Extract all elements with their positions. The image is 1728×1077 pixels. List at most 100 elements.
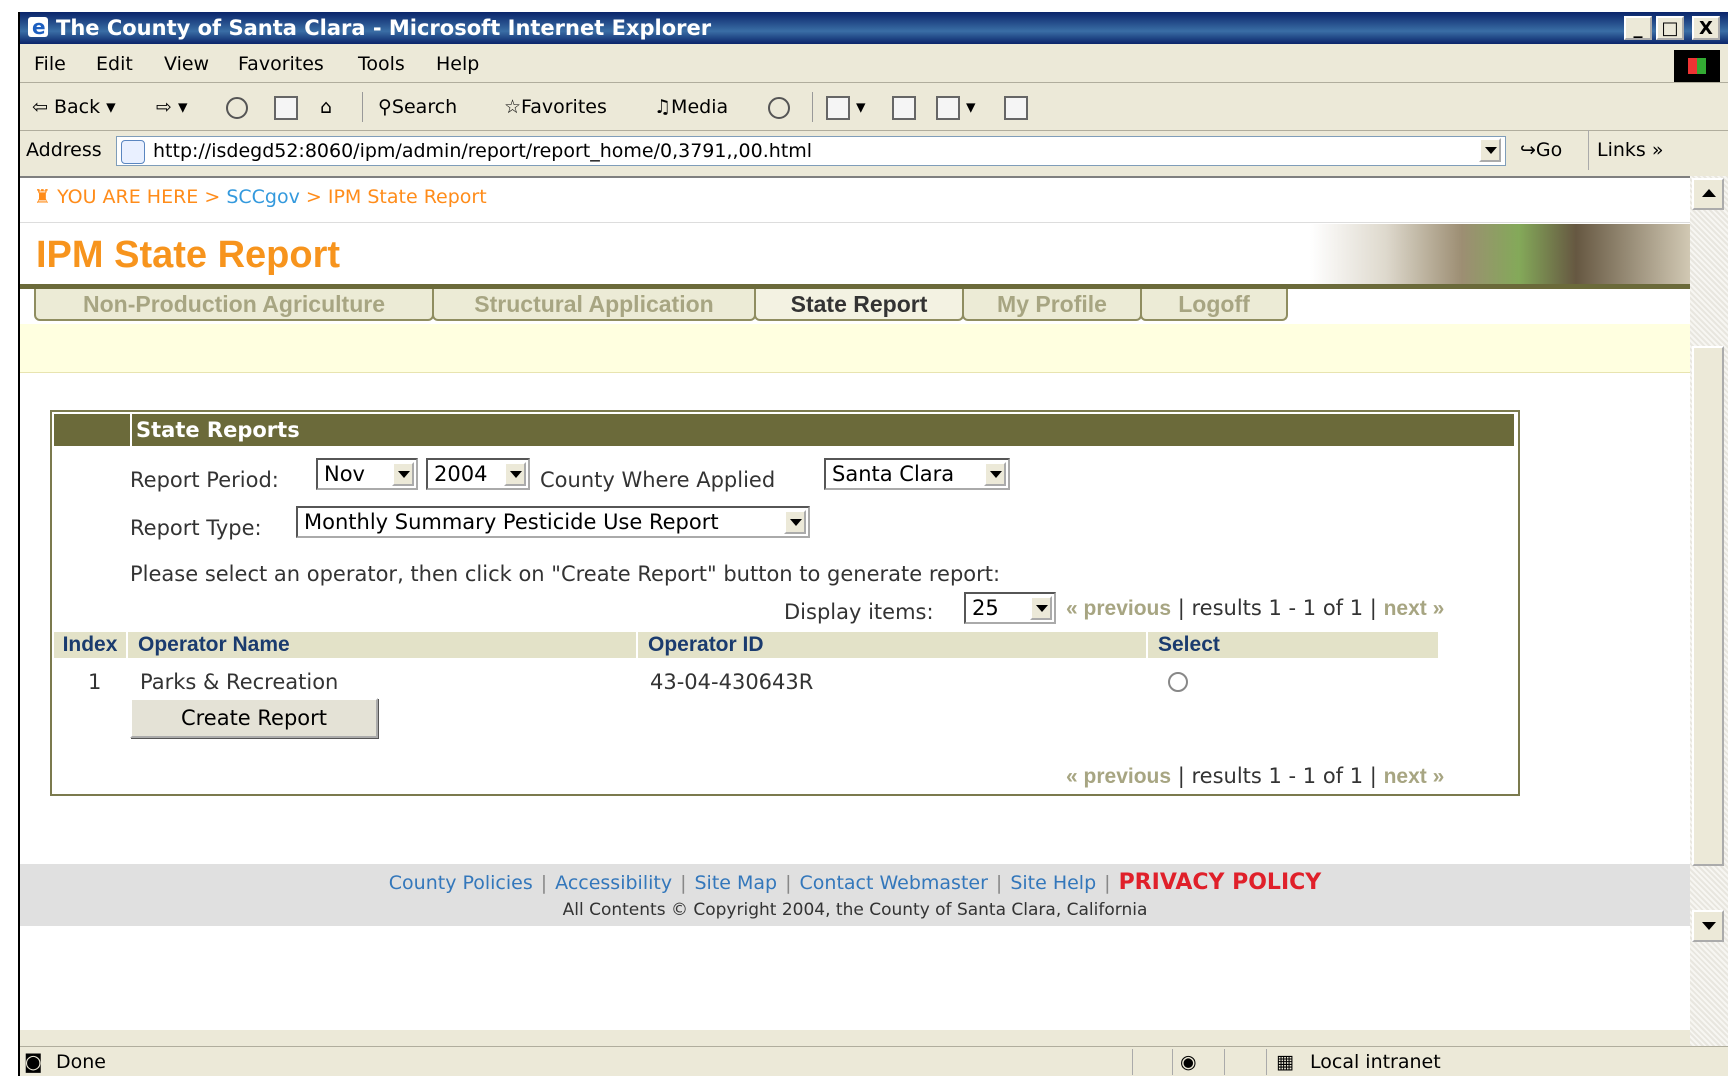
refresh-icon [274, 95, 298, 120]
menu-edit[interactable]: Edit [96, 46, 133, 82]
operator-select-radio[interactable] [1168, 672, 1188, 692]
pager-bottom: « previous | results 1 - 1 of 1 | next » [1066, 764, 1444, 789]
breadcrumb-you-are-here: YOU ARE HERE [57, 186, 199, 208]
intranet-zone-icon: ▦ [1276, 1051, 1294, 1073]
privacy-report-icon[interactable]: ◉ [1180, 1047, 1197, 1077]
minimize-button[interactable]: _ [1624, 16, 1652, 40]
col-header-operator-id: Operator ID [638, 632, 1146, 658]
footer-link-privacy-policy[interactable]: PRIVACY POLICY [1119, 870, 1322, 895]
media-label: Media [671, 96, 729, 118]
back-label: Back [53, 96, 101, 118]
row-operator-name: Parks & Recreation [140, 670, 339, 694]
address-dropdown-button[interactable] [1479, 138, 1501, 162]
footer-link-site-map[interactable]: Site Map [694, 872, 777, 894]
chevron-down-icon [784, 510, 806, 534]
chevron-down-icon [392, 462, 414, 486]
report-type-value: Monthly Summary Pesticide Use Report [304, 510, 719, 534]
favorites-icon: ☆ [504, 96, 522, 118]
create-report-button[interactable]: Create Report [130, 698, 378, 738]
home-icon: ⌂ [320, 96, 333, 118]
you-are-here-icon: ♜ [34, 186, 52, 208]
address-bar: Address http://isdegd52:8060/ipm/admin/r… [20, 130, 1728, 170]
breadcrumb-home-link[interactable]: SCCgov [226, 186, 300, 208]
menu-bar: File Edit View Favorites Tools Help [20, 46, 1728, 83]
menu-help[interactable]: Help [436, 46, 479, 82]
footer-link-contact-webmaster[interactable]: Contact Webmaster [800, 872, 988, 894]
county-label: County Where Applied [540, 468, 776, 492]
scroll-up-button[interactable] [1692, 178, 1724, 210]
browser-window: The County of Santa Clara - Microsoft In… [18, 11, 1728, 1077]
menu-tools[interactable]: Tools [358, 46, 405, 82]
address-url: http://isdegd52:8060/ipm/admin/report/re… [153, 140, 813, 162]
previous-link[interactable]: « previous [1066, 765, 1171, 788]
tab-structural-application[interactable]: Structural Application [432, 289, 756, 321]
edit-button[interactable]: ▾ [936, 84, 976, 130]
next-link[interactable]: next » [1384, 765, 1445, 788]
menu-view[interactable]: View [164, 46, 209, 82]
page-title: IPM State Report [36, 234, 341, 276]
vertical-scrollbar[interactable] [1690, 176, 1728, 1046]
maximize-button[interactable]: □ [1656, 16, 1684, 40]
history-icon [768, 96, 790, 119]
page-content: ♜ YOU ARE HERE > SCCgov > IPM State Repo… [20, 176, 1690, 1030]
chevron-down-icon [1030, 596, 1052, 620]
menu-favorites[interactable]: Favorites [238, 46, 324, 82]
year-select[interactable]: 2004 [426, 458, 530, 490]
refresh-button[interactable] [274, 84, 298, 130]
county-select[interactable]: Santa Clara [824, 458, 1010, 490]
footer: County Policies | Accessibility | Site Map | C… [20, 864, 1690, 926]
links-label: Links [1597, 139, 1646, 161]
display-items-label: Display items: [784, 600, 934, 624]
report-period-label: Report Period: [130, 468, 279, 492]
search-button[interactable]: ⚲Search [378, 84, 457, 130]
tab-my-profile[interactable]: My Profile [962, 289, 1142, 321]
scroll-down-button[interactable] [1692, 910, 1724, 942]
col-header-select: Select [1148, 632, 1438, 658]
title-bar: The County of Santa Clara - Microsoft In… [20, 11, 1728, 44]
window-title: The County of Santa Clara - Microsoft In… [56, 16, 712, 40]
stop-button[interactable] [226, 84, 248, 130]
scroll-thumb[interactable] [1692, 346, 1724, 866]
footer-links: County Policies | Accessibility | Site Map | C… [388, 870, 1322, 895]
footer-link-accessibility[interactable]: Accessibility [555, 872, 672, 894]
go-arrow-icon: ↪ [1520, 139, 1536, 161]
links-button[interactable]: Links » [1588, 130, 1663, 170]
tab-non-production-agriculture[interactable]: Non-Production Agriculture [34, 289, 434, 321]
report-type-select[interactable]: Monthly Summary Pesticide Use Report [296, 506, 810, 538]
close-button[interactable]: X [1692, 16, 1720, 40]
pager-top: « previous | results 1 - 1 of 1 | next » [1066, 596, 1444, 621]
breadcrumb: ♜ YOU ARE HERE > SCCgov > IPM State Repo… [34, 186, 487, 208]
status-text: Done [56, 1051, 106, 1073]
footer-link-site-help[interactable]: Site Help [1010, 872, 1096, 894]
panel-heading: State Reports [130, 414, 300, 446]
discuss-button[interactable] [1004, 84, 1028, 130]
back-arrow-icon: ⇦ [32, 96, 48, 118]
tab-logoff[interactable]: Logoff [1140, 289, 1288, 321]
mail-icon [826, 95, 850, 120]
ie-logo-icon [28, 11, 48, 43]
print-button[interactable] [892, 84, 916, 130]
history-button[interactable] [768, 84, 790, 130]
address-label: Address [26, 139, 102, 161]
mail-button[interactable]: ▾ [826, 84, 866, 130]
previous-link[interactable]: « previous [1066, 597, 1171, 620]
home-button[interactable]: ⌂ [320, 84, 332, 130]
footer-link-county-policies[interactable]: County Policies [389, 872, 533, 894]
back-button[interactable]: ⇦ Back ▾ [32, 84, 116, 130]
display-items-select[interactable]: 25 [964, 592, 1056, 624]
favorites-button[interactable]: ☆Favorites [504, 84, 607, 130]
media-button[interactable]: ♫Media [654, 84, 728, 130]
menu-file[interactable]: File [34, 46, 66, 82]
tab-state-report[interactable]: State Report [754, 289, 964, 321]
year-value: 2004 [434, 462, 488, 486]
search-label: Search [391, 96, 458, 118]
month-select[interactable]: Nov [316, 458, 418, 490]
status-bar: ◙ Done ◉ ▦ Local intranet [20, 1046, 1728, 1077]
forward-button[interactable]: ⇨ ▾ [156, 84, 188, 130]
go-button[interactable]: ↪Go [1520, 130, 1562, 170]
media-icon: ♫ [654, 96, 672, 118]
next-link[interactable]: next » [1384, 597, 1445, 620]
address-input[interactable]: http://isdegd52:8060/ipm/admin/report/re… [116, 136, 1506, 166]
beetles-banner-image [1310, 224, 1690, 286]
col-header-index: Index [54, 632, 126, 658]
